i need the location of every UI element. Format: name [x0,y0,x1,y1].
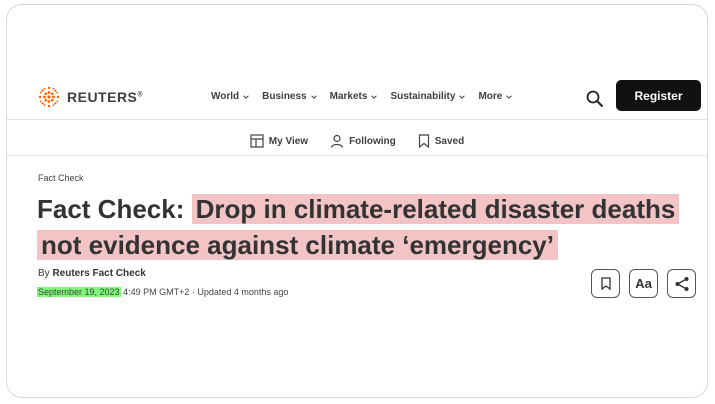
search-icon[interactable] [585,89,605,109]
headline-highlight-2: not evidence against climate ‘emergency’ [37,230,558,260]
menu-item-world[interactable]: World [211,91,250,102]
saved-label: Saved [434,135,465,147]
byline: By Reuters Fact Check [38,268,146,279]
menu-label: Markets [329,91,368,102]
menu-label: Sustainability [390,91,456,102]
following-label: Following [349,135,396,147]
bookmark-icon [600,277,611,290]
chevron-down-icon [243,94,249,99]
menu-item-markets[interactable]: Markets [330,91,379,102]
byline-author[interactable]: Reuters Fact Check [52,268,145,279]
menu-item-sustainability[interactable]: Sustainability [390,91,466,102]
subnav-divider [7,155,707,156]
headline-highlight-1: Drop in climate-related disaster deaths [191,194,680,224]
my-view-label: My View [268,135,309,147]
header-divider [7,119,707,120]
article-actions: Aa [591,269,696,298]
page-frame: REUTERS® World Business Markets Sustaina… [6,4,708,398]
reuters-logo-icon [38,86,60,108]
top-navigation: REUTERS® World Business Markets Sustaina… [7,75,707,123]
saved-link[interactable]: Saved [418,134,464,148]
share-button[interactable] [667,269,696,298]
font-size-button[interactable]: Aa [629,269,658,298]
byline-prefix: By [38,268,53,279]
menu-label: World [211,91,240,102]
bookmark-icon [418,134,429,148]
headline-prefix: Fact Check: [37,194,192,224]
register-button[interactable]: Register [616,80,701,111]
menu-label: Business [262,91,307,102]
bookmark-button[interactable] [591,269,620,298]
chevron-down-icon [506,94,513,99]
menu-item-more[interactable]: More [478,91,513,102]
share-icon [675,276,688,291]
reuters-logo[interactable]: REUTERS® [37,85,143,109]
menu-label: More [478,91,503,102]
following-link[interactable]: Following [330,134,396,148]
sub-navigation: My View Following Saved [7,126,707,156]
article-kicker[interactable]: Fact Check [38,173,84,183]
chevron-down-icon [371,94,378,99]
dateline: September 19, 2023 4:49 PM GMT+2 · Updat… [37,287,288,297]
menu-item-business[interactable]: Business [262,91,317,102]
chevron-down-icon [459,94,466,99]
logo-wordmark: REUTERS® [67,89,144,105]
main-menu: World Business Markets Sustainability Mo… [211,91,513,102]
person-icon [330,134,344,148]
article-headline: Fact Check: Drop in climate-related disa… [37,191,697,263]
chevron-down-icon [310,94,317,99]
publish-date: September 19, 2023 [37,287,121,297]
my-view-link[interactable]: My View [250,134,308,148]
my-view-icon [250,134,264,148]
publish-time-updated: 4:49 PM GMT+2 · Updated 4 months ago [120,287,289,297]
